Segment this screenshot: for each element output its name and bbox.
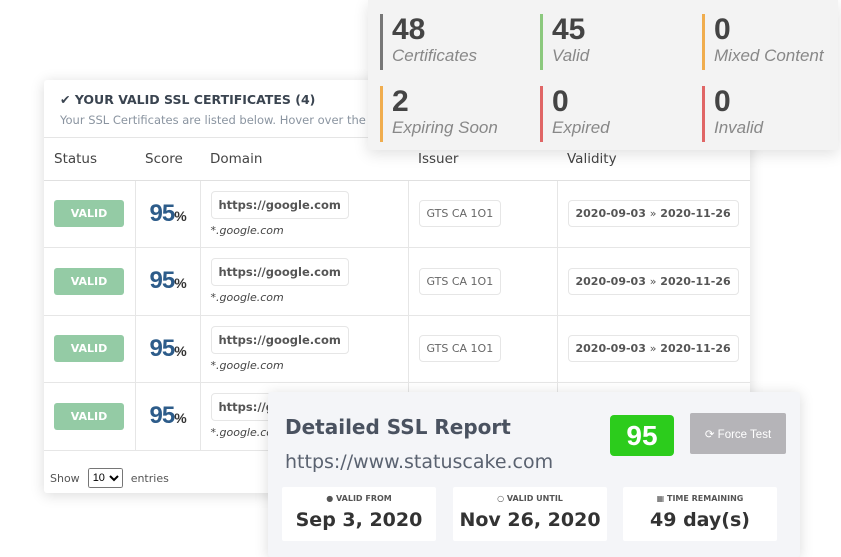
issuer: GTS CA 1O1 — [418, 335, 502, 363]
score-badge: 95 — [610, 415, 674, 456]
table-row[interactable]: VALID 95% https://google.com *.google.com… — [44, 247, 750, 316]
stat-count: 0 — [552, 85, 569, 118]
domain-link[interactable]: https://google.com — [210, 325, 349, 354]
check-icon: ✔ — [60, 92, 75, 107]
card-title: YOUR VALID SSL CERTIFICATES (4) — [74, 92, 316, 107]
stat-item: 0 Expired — [540, 86, 690, 142]
domain-wildcard: *.google.com — [210, 223, 284, 237]
stat-item: 2 Expiring Soon — [380, 86, 530, 142]
score-value: 95% — [149, 267, 187, 295]
validity-range: 2020-09-03 » 2020-11-26 — [567, 335, 739, 363]
table-row[interactable]: VALID 95% https://google.com *.google.com… — [44, 180, 750, 248]
stat-count: 45 — [552, 13, 586, 46]
stat-count: 0 — [714, 85, 731, 118]
entries-label: entries — [130, 471, 169, 485]
domain-link[interactable]: https://google.com — [210, 190, 349, 219]
status-badge: VALID — [54, 200, 124, 228]
calendar-icon: ▦ — [656, 494, 667, 503]
col-status[interactable]: Status — [44, 138, 135, 181]
stats-panel: 48 Certificates 45 Valid 0 Mixed Content 2 Expi… — [368, 0, 838, 150]
report-title: Detailed SSL Report — [285, 415, 511, 439]
ssl-report-card: Detailed SSL Report https://www.statusca… — [268, 392, 800, 557]
refresh-icon: ⟳ — [704, 428, 718, 441]
play-circle-icon: ● — [326, 494, 337, 503]
validity-range: 2020-09-03 » 2020-11-26 — [567, 267, 739, 295]
score-value: 95% — [149, 334, 187, 362]
status-badge: VALID — [54, 402, 124, 430]
table-row[interactable]: VALID 95% https://google.com *.google.com… — [44, 315, 750, 383]
validity-range: 2020-09-03 » 2020-11-26 — [567, 200, 739, 228]
score-value: 95% — [149, 199, 187, 227]
stat-item: 45 Valid — [540, 14, 690, 70]
stat-label: Expiring Soon — [392, 118, 498, 137]
score-value: 95% — [149, 402, 187, 430]
entries-select[interactable]: 10 — [87, 468, 123, 488]
issuer: GTS CA 1O1 — [418, 267, 502, 295]
stat-count: 0 — [714, 13, 731, 46]
status-badge: VALID — [54, 267, 124, 295]
stat-label: Expired — [552, 118, 610, 137]
col-score[interactable]: Score — [135, 138, 200, 181]
show-label: Show — [50, 471, 80, 485]
stat-count: 48 — [392, 13, 426, 46]
table-footer: Show 10 entries — [50, 468, 169, 488]
valid-until-box: ○ VALID UNTIL Nov 26, 2020 — [453, 487, 607, 541]
stat-item: 0 Mixed Content — [702, 14, 841, 70]
stat-item: 48 Certificates — [380, 14, 530, 70]
issuer: GTS CA 1O1 — [418, 200, 502, 228]
status-badge: VALID — [54, 335, 124, 363]
report-url[interactable]: https://www.statuscake.com — [285, 451, 553, 473]
force-test-button[interactable]: ⟳ Force Test — [690, 413, 786, 454]
stat-count: 2 — [392, 85, 409, 118]
domain-wildcard: *.google.com — [210, 358, 284, 372]
circle-icon: ○ — [497, 494, 507, 503]
domain-link[interactable]: https://google.com — [210, 258, 349, 287]
stat-label: Valid — [552, 46, 590, 65]
stat-label: Certificates — [392, 46, 478, 65]
stat-label: Mixed Content — [714, 46, 824, 65]
domain-wildcard: *.google.com — [210, 291, 284, 305]
valid-from-box: ● VALID FROM Sep 3, 2020 — [282, 487, 436, 541]
time-remaining-box: ▦ TIME REMAINING 49 day(s) — [623, 487, 777, 541]
stat-item: 0 Invalid — [702, 86, 841, 142]
stat-label: Invalid — [714, 118, 764, 137]
